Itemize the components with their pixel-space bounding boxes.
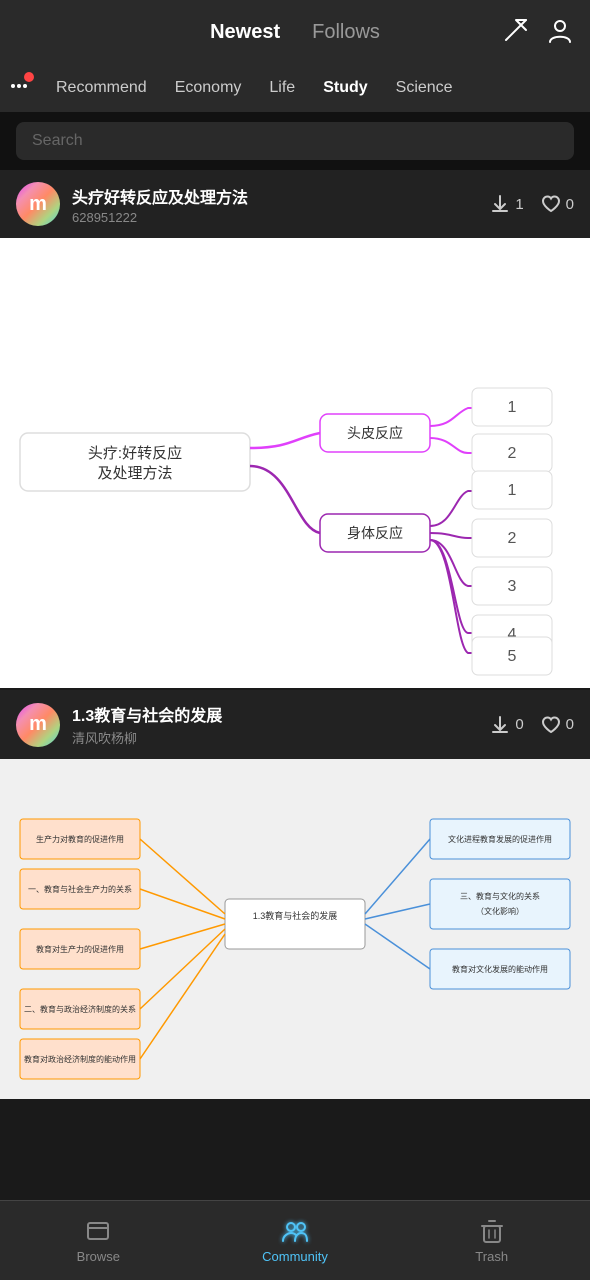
category-study[interactable]: Study: [309, 73, 381, 103]
post1-header: m 头疗好转反应及处理方法 628951222 1 0: [0, 170, 590, 238]
post1-actions: 1 0: [489, 193, 574, 215]
nav-trash-label: Trash: [475, 1249, 508, 1264]
bottom-nav: Browse Community Trash: [0, 1200, 590, 1280]
notification-dot: [24, 72, 34, 82]
svg-text:2: 2: [508, 445, 517, 462]
svg-text:1.3教育与社会的发展: 1.3教育与社会的发展: [253, 910, 338, 921]
post2-like-btn[interactable]: 0: [540, 714, 574, 736]
post1-avatar: m: [16, 182, 60, 226]
header-tabs: Newest Follows: [210, 21, 380, 44]
tab-newest[interactable]: Newest: [210, 21, 280, 44]
category-life[interactable]: Life: [255, 73, 309, 103]
svg-text:及处理方法: 及处理方法: [97, 465, 172, 482]
svg-text:3: 3: [508, 578, 517, 595]
header: Newest Follows: [0, 0, 590, 64]
post1-download-count: 1: [515, 196, 523, 213]
category-tabs: Recommend Economy Life Study Science: [0, 64, 590, 112]
send-icon[interactable]: [502, 16, 530, 49]
nav-community[interactable]: Community: [197, 1217, 394, 1264]
svg-text:教育对文化发展的能动作用: 教育对文化发展的能动作用: [452, 964, 548, 974]
svg-text:头皮反应: 头皮反应: [347, 425, 403, 441]
profile-icon[interactable]: [546, 16, 574, 49]
nav-community-label: Community: [262, 1249, 328, 1264]
post1-mindmap[interactable]: 头疗:好转反应 及处理方法 头皮反应 1 2 身体反应: [0, 238, 590, 688]
post1-like-btn[interactable]: 0: [540, 193, 574, 215]
post1-author: 628951222: [72, 210, 489, 225]
svg-text:教育对生产力的促进作用: 教育对生产力的促进作用: [36, 944, 124, 954]
menu-button[interactable]: [8, 75, 30, 102]
svg-text:一、教育与社会生产力的关系: 一、教育与社会生产力的关系: [28, 884, 132, 894]
search-bar: [0, 112, 590, 170]
post2-header: m 1.3教育与社会的发展 清风吹杨柳 0 0: [0, 690, 590, 759]
post1-download-btn[interactable]: 1: [489, 193, 523, 215]
svg-text:1: 1: [508, 399, 517, 416]
post1-info: 头疗好转反应及处理方法 628951222: [72, 184, 489, 225]
post1-like-count: 0: [566, 196, 574, 213]
svg-text:文化进程教育发展的促进作用: 文化进程教育发展的促进作用: [448, 834, 552, 844]
svg-text:1: 1: [508, 482, 517, 499]
post2-author: 清风吹杨柳: [72, 728, 489, 747]
svg-text:身体反应: 身体反应: [347, 525, 403, 541]
post2-avatar: m: [16, 703, 60, 747]
svg-text:二、教育与政治经济制度的关系: 二、教育与政治经济制度的关系: [24, 1004, 136, 1014]
post2-preview[interactable]: 1.3教育与社会的发展 生产力对教育的促进作用 一、教育与社会生产力的关系 教育…: [0, 759, 590, 1099]
svg-text:头疗:好转反应: 头疗:好转反应: [88, 444, 182, 462]
nav-trash[interactable]: Trash: [393, 1217, 590, 1264]
search-input[interactable]: [16, 122, 574, 160]
tab-follows[interactable]: Follows: [312, 21, 380, 44]
post2-title[interactable]: 1.3教育与社会的发展: [72, 702, 489, 726]
svg-text:5: 5: [508, 648, 517, 665]
nav-browse[interactable]: Browse: [0, 1217, 197, 1264]
post2-actions: 0 0: [489, 714, 574, 736]
post2-like-count: 0: [566, 716, 574, 733]
svg-text:三、教育与文化的关系: 三、教育与文化的关系: [460, 891, 540, 901]
nav-browse-label: Browse: [77, 1249, 120, 1264]
post2-download-count: 0: [515, 716, 523, 733]
post-card-2: m 1.3教育与社会的发展 清风吹杨柳 0 0: [0, 690, 590, 1099]
svg-text:（文化影响）: （文化影响）: [476, 906, 524, 916]
category-science[interactable]: Science: [382, 73, 467, 103]
post1-title[interactable]: 头疗好转反应及处理方法: [72, 184, 489, 208]
header-icons: [502, 16, 574, 49]
post-card-1: m 头疗好转反应及处理方法 628951222 1 0: [0, 170, 590, 688]
post2-download-btn[interactable]: 0: [489, 714, 523, 736]
post2-info: 1.3教育与社会的发展 清风吹杨柳: [72, 702, 489, 747]
svg-text:教育对政治经济制度的能动作用: 教育对政治经济制度的能动作用: [24, 1054, 136, 1064]
svg-text:生产力对教育的促进作用: 生产力对教育的促进作用: [36, 834, 124, 844]
svg-text:2: 2: [508, 530, 517, 547]
category-economy[interactable]: Economy: [161, 73, 256, 103]
category-recommend[interactable]: Recommend: [42, 73, 161, 103]
